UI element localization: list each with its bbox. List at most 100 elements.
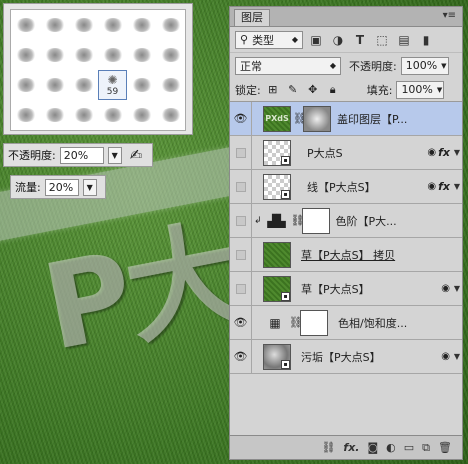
brush-tip-selected[interactable]: ✺ 59 bbox=[98, 70, 127, 100]
filter-toggle-icon[interactable]: ▮ bbox=[417, 31, 435, 49]
filter-type-select[interactable]: ⚲ 类型 ◆ bbox=[235, 30, 303, 49]
pressure-opacity-icon[interactable]: ✍ bbox=[130, 146, 143, 164]
brush-tip[interactable] bbox=[127, 40, 156, 70]
brush-tip[interactable] bbox=[156, 100, 185, 130]
layer-style-icon[interactable]: ◉ bbox=[441, 283, 450, 294]
brush-tip[interactable] bbox=[69, 40, 98, 70]
visibility-toggle[interactable] bbox=[230, 136, 252, 169]
shape-filter-icon[interactable]: ⬚ bbox=[373, 31, 391, 49]
layer-name[interactable]: 草【P大点S】 拷贝 bbox=[301, 247, 462, 263]
visibility-toggle[interactable] bbox=[230, 272, 252, 305]
brush-tip[interactable] bbox=[69, 70, 98, 100]
smart-object-filter-icon[interactable]: ▤ bbox=[395, 31, 413, 49]
brush-tip[interactable] bbox=[11, 40, 40, 70]
visibility-toggle[interactable]: 👁︎ bbox=[230, 306, 252, 339]
brush-tip[interactable] bbox=[127, 10, 156, 40]
brush-tip[interactable] bbox=[156, 10, 185, 40]
brush-tip[interactable] bbox=[98, 10, 127, 40]
layer-name[interactable]: 草【P大点S】 bbox=[301, 281, 441, 297]
layer-row-grass-copy[interactable]: 草【P大点S】 拷贝 bbox=[230, 238, 462, 272]
lock-position-icon[interactable]: ✥ bbox=[305, 82, 321, 98]
brush-tip[interactable] bbox=[127, 100, 156, 130]
chain-link-icon[interactable]: ⛓ bbox=[289, 316, 303, 329]
layer-style-icon[interactable]: ◉ bbox=[427, 147, 436, 158]
brush-tip[interactable] bbox=[98, 40, 127, 70]
layer-name[interactable]: 色相/饱和度... bbox=[338, 315, 462, 331]
fill-input[interactable]: 100% ▼ bbox=[396, 80, 445, 99]
chevron-down-icon: ▼ bbox=[436, 85, 443, 94]
brush-tip[interactable] bbox=[69, 10, 98, 40]
smart-object-badge-icon: ▪ bbox=[281, 155, 290, 165]
brush-tip[interactable] bbox=[69, 100, 98, 130]
add-layer-style-button[interactable]: fx. bbox=[343, 441, 359, 454]
visibility-toggle[interactable]: 👁︎ bbox=[230, 340, 252, 373]
brush-tip[interactable] bbox=[156, 40, 185, 70]
layer-row-grass[interactable]: ▪ 草【P大点S】 ◉ ▼ bbox=[230, 272, 462, 306]
trash-icon[interactable]: 🗑︎ bbox=[438, 441, 452, 454]
layer-name[interactable]: 色阶【P大... bbox=[336, 213, 462, 229]
chain-link-icon[interactable]: ⛓ bbox=[291, 214, 305, 227]
visibility-toggle[interactable] bbox=[230, 170, 252, 203]
layer-row-levels[interactable]: ↲ ▟▙ ⛓ 色阶【P大... bbox=[230, 204, 462, 238]
flow-input[interactable]: 20% bbox=[44, 178, 79, 196]
layer-mask-thumbnail[interactable] bbox=[301, 207, 330, 234]
panel-menu-icon[interactable]: ▾≡ bbox=[443, 10, 456, 21]
brush-tip-preview bbox=[44, 108, 65, 122]
brush-tip[interactable] bbox=[40, 100, 69, 130]
chevron-down-icon[interactable]: ▼ bbox=[82, 178, 97, 196]
type-filter-icon[interactable]: T bbox=[351, 31, 369, 49]
pixel-filter-icon[interactable]: ▣ bbox=[307, 31, 325, 49]
brush-tip[interactable] bbox=[40, 10, 69, 40]
adjustment-filter-icon[interactable]: ◑ bbox=[329, 31, 347, 49]
lock-pixels-icon[interactable]: ✎ bbox=[285, 82, 301, 98]
layer-style-icon[interactable]: ◉ bbox=[441, 351, 450, 362]
blend-mode-select[interactable]: 正常 ◆ bbox=[235, 56, 341, 75]
new-adjustment-layer-icon[interactable]: ◐ bbox=[386, 441, 396, 454]
smart-object-badge-icon: ▪ bbox=[281, 359, 290, 369]
layer-name[interactable]: 线【P大点S】 bbox=[307, 179, 427, 195]
layer-name[interactable]: 盖印图层【P... bbox=[337, 111, 462, 127]
layer-row-stamp[interactable]: 👁︎ PXdS ⛓ 盖印图层【P... bbox=[230, 102, 462, 136]
layer-row-hue-saturation[interactable]: 👁︎ ▦ ⛓ 色相/饱和度... bbox=[230, 306, 462, 340]
layer-name[interactable]: P大点S bbox=[307, 145, 427, 161]
layer-mask-thumbnail[interactable] bbox=[303, 105, 331, 132]
link-layers-icon[interactable]: ⛓ bbox=[321, 441, 335, 454]
brush-tip[interactable] bbox=[11, 100, 40, 130]
brush-tip[interactable] bbox=[11, 10, 40, 40]
layer-style-icon[interactable]: ◉ bbox=[427, 181, 436, 192]
visibility-toggle[interactable] bbox=[230, 238, 252, 271]
expand-arrow-icon[interactable]: ▼ bbox=[452, 148, 462, 157]
chain-link-icon[interactable]: ⛓ bbox=[293, 112, 307, 125]
lock-all-icon[interactable]: 🔒︎ bbox=[325, 82, 341, 98]
brush-tip-preview bbox=[15, 108, 36, 122]
layer-mask-thumbnail[interactable] bbox=[300, 309, 328, 336]
visibility-toggle[interactable]: 👁︎ bbox=[230, 102, 252, 135]
new-group-icon[interactable]: ▭ bbox=[404, 441, 414, 454]
layer-row-dirt[interactable]: 👁︎ ▪ 污垢【P大点S】 ◉ ▼ bbox=[230, 340, 462, 374]
blend-row: 正常 ◆ 不透明度: 100% ▼ bbox=[230, 53, 462, 78]
layer-opacity-input[interactable]: 100% ▼ bbox=[400, 56, 449, 75]
brush-tip[interactable] bbox=[156, 70, 185, 100]
new-layer-icon[interactable]: ⧉ bbox=[422, 441, 430, 455]
brush-tip[interactable] bbox=[98, 100, 127, 130]
expand-arrow-icon[interactable]: ▼ bbox=[452, 352, 462, 361]
brush-tip-preview bbox=[73, 48, 94, 62]
add-mask-icon[interactable]: ◙ bbox=[367, 441, 378, 454]
brush-tip[interactable] bbox=[40, 70, 69, 100]
opacity-input[interactable]: 20% bbox=[59, 146, 104, 164]
lock-transparency-icon[interactable]: ⊞ bbox=[265, 82, 281, 98]
brush-tip[interactable] bbox=[127, 70, 156, 100]
brush-tip[interactable] bbox=[11, 70, 40, 100]
layer-row-line[interactable]: ▪ 线【P大点S】 ◉ fx ▼ bbox=[230, 170, 462, 204]
chevron-down-icon[interactable]: ▼ bbox=[107, 146, 122, 164]
tab-layers[interactable]: 图层 bbox=[234, 9, 270, 26]
fx-icon[interactable]: fx bbox=[438, 180, 450, 193]
fx-icon[interactable]: fx bbox=[438, 146, 450, 159]
brush-tip-preview bbox=[131, 108, 152, 122]
layer-name[interactable]: 污垢【P大点S】 bbox=[301, 349, 441, 365]
expand-arrow-icon[interactable]: ▼ bbox=[452, 284, 462, 293]
expand-arrow-icon[interactable]: ▼ bbox=[452, 182, 462, 191]
visibility-toggle[interactable] bbox=[230, 204, 252, 237]
brush-tip[interactable] bbox=[40, 40, 69, 70]
layer-row-text[interactable]: ▪ P大点S ◉ fx ▼ bbox=[230, 136, 462, 170]
